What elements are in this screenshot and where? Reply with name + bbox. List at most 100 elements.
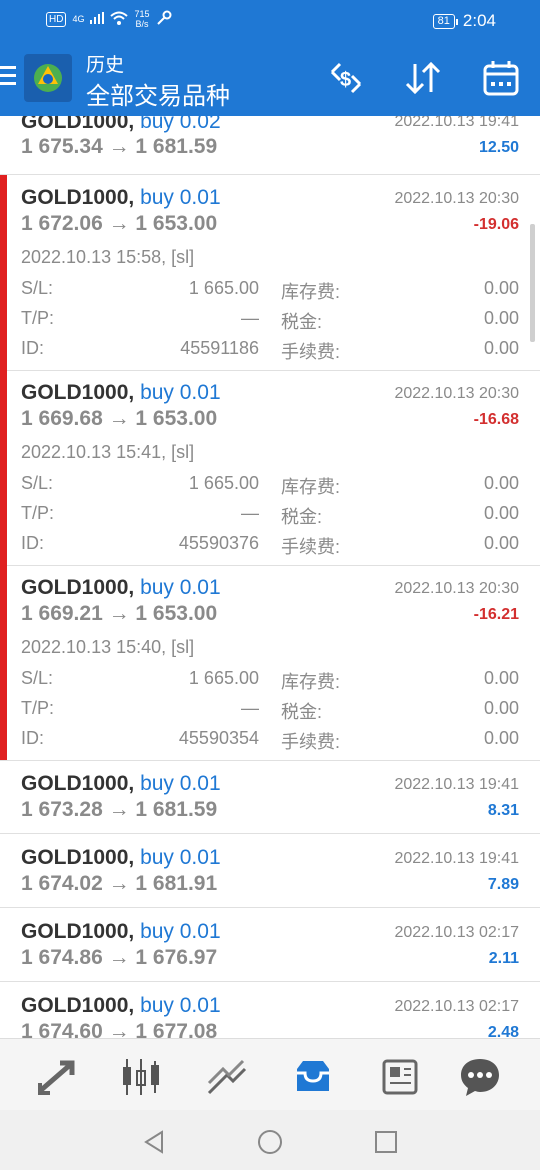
symbol: GOLD1000,	[21, 116, 135, 133]
deal-prices: 1 673.28 → 1 681.59	[21, 798, 218, 821]
calendar-icon[interactable]	[481, 58, 521, 98]
deal-profit: -16.21	[473, 606, 519, 623]
battery-icon: 81	[432, 13, 459, 29]
deal-row-expanded[interactable]: GOLD1000, buy 0.01 1 669.68 → 1 653.00 2…	[0, 370, 540, 566]
chat-icon[interactable]	[458, 1055, 502, 1099]
tp-value: —	[241, 308, 259, 328]
open-time: 2022.10.13 15:58, [sl]	[21, 247, 195, 267]
symbol: GOLD1000,	[21, 381, 135, 404]
deal-date: 2022.10.13 20:30	[394, 190, 519, 207]
swap-label: 库存费:	[281, 477, 341, 497]
deal-date: 2022.10.13 02:17	[394, 998, 519, 1015]
deal-row[interactable]: GOLD1000, buy 0.02 1 675.34 → 1 681.59 2…	[0, 116, 540, 175]
symbol: GOLD1000,	[21, 772, 135, 795]
deal-date: 2022.10.13 20:30	[394, 580, 519, 597]
deal-date: 2022.10.13 19:41	[394, 776, 519, 793]
key-icon	[156, 10, 172, 29]
sl-value: 1 665.00	[188, 473, 259, 493]
loss-indicator	[0, 175, 7, 370]
deal-direction: buy 0.01	[140, 772, 221, 795]
commission-value: 0.00	[483, 338, 519, 358]
chart-icon[interactable]	[119, 1055, 163, 1099]
history-icon[interactable]	[291, 1055, 335, 1099]
deal-direction: buy 0.01	[140, 576, 221, 599]
app-bar: 历史 全部交易品种 $	[0, 40, 540, 116]
id-label: ID:	[21, 338, 45, 358]
open-time: 2022.10.13 15:41, [sl]	[21, 442, 195, 462]
open-time: 2022.10.13 15:40, [sl]	[21, 637, 195, 657]
recents-icon[interactable]	[372, 1128, 400, 1161]
tax-value: 0.00	[483, 698, 519, 718]
tp-label: T/P:	[21, 503, 55, 523]
menu-icon[interactable]	[0, 66, 16, 88]
symbol: GOLD1000,	[21, 994, 135, 1017]
commission-value: 0.00	[483, 728, 519, 748]
deal-prices: 1 674.02 → 1 681.91	[21, 872, 218, 895]
currency-exchange-icon[interactable]: $	[326, 58, 366, 98]
commission-value: 0.00	[483, 533, 519, 553]
deal-prices: 1 669.68 → 1 653.00	[21, 407, 218, 430]
loss-indicator	[0, 565, 7, 760]
network-type: 4G	[72, 14, 85, 24]
swap-value: 0.00	[483, 278, 519, 298]
trade-icon[interactable]	[205, 1055, 249, 1099]
deal-profit: -16.68	[473, 411, 519, 428]
news-icon[interactable]	[378, 1055, 422, 1099]
symbol: GOLD1000,	[21, 920, 135, 943]
scrollbar[interactable]	[530, 224, 535, 342]
home-icon[interactable]	[256, 1128, 284, 1161]
swap-label: 库存费:	[281, 672, 341, 692]
sl-label: S/L:	[21, 278, 54, 298]
id-value: 45591186	[180, 338, 259, 358]
deal-direction: buy 0.01	[140, 994, 221, 1017]
clock: 2:04	[462, 11, 496, 30]
status-bar: HD 4G 715 B/s 81 2:04	[0, 0, 540, 40]
hd-indicator: HD	[46, 11, 67, 27]
deal-date: 2022.10.13 02:17	[394, 924, 519, 941]
id-label: ID:	[21, 533, 45, 553]
network-speed: 715 B/s	[134, 9, 150, 29]
deal-direction: buy 0.02	[140, 116, 221, 133]
deal-prices: 1 669.21 → 1 653.00	[21, 602, 218, 625]
deal-date: 2022.10.13 19:41	[394, 850, 519, 867]
deal-profit: 2.48	[487, 1024, 519, 1038]
deal-row-expanded[interactable]: GOLD1000, buy 0.01 1 669.21 → 1 653.00 2…	[0, 565, 540, 761]
tp-value: —	[241, 503, 259, 523]
deal-direction: buy 0.01	[140, 920, 221, 943]
tax-label: 税金:	[281, 312, 323, 332]
deal-direction: buy 0.01	[140, 186, 221, 209]
back-icon[interactable]	[140, 1128, 168, 1161]
page-title: 历史	[86, 55, 125, 76]
deal-profit: 7.89	[487, 876, 519, 893]
deal-row[interactable]: GOLD1000, buy 0.01 1 673.28 → 1 681.59 2…	[0, 760, 540, 834]
sl-label: S/L:	[21, 473, 54, 493]
sl-label: S/L:	[21, 668, 54, 688]
id-value: 45590376	[178, 533, 259, 553]
deal-row-expanded[interactable]: GOLD1000, buy 0.01 1 672.06 → 1 653.00 2…	[0, 175, 540, 371]
deal-date: 2022.10.13 20:30	[394, 385, 519, 402]
symbol: GOLD1000,	[21, 186, 135, 209]
deal-row[interactable]: GOLD1000, buy 0.01 1 674.86 → 1 676.97 2…	[0, 908, 540, 982]
commission-label: 手续费:	[281, 342, 341, 362]
quotes-icon[interactable]	[34, 1055, 78, 1099]
commission-label: 手续费:	[281, 732, 341, 752]
deal-profit: 8.31	[487, 802, 519, 819]
symbol: GOLD1000,	[21, 576, 135, 599]
tp-value: —	[241, 698, 259, 718]
tax-value: 0.00	[483, 308, 519, 328]
symbol-filter[interactable]: 全部交易品种	[86, 76, 230, 111]
system-navigation-bar	[0, 1110, 540, 1170]
signal-icon	[90, 11, 105, 27]
history-list[interactable]: GOLD1000, buy 0.02 1 675.34 → 1 681.59 2…	[0, 116, 540, 1038]
deal-row[interactable]: GOLD1000, buy 0.01 1 674.02 → 1 681.91 2…	[0, 834, 540, 908]
bottom-navigation	[0, 1038, 540, 1111]
svg-text:$: $	[340, 69, 351, 91]
sl-value: 1 665.00	[188, 278, 259, 298]
symbol: GOLD1000,	[21, 846, 135, 869]
sort-icon[interactable]	[403, 58, 443, 98]
deal-prices: 1 672.06 → 1 653.00	[21, 212, 218, 235]
sl-value: 1 665.00	[188, 668, 259, 688]
swap-value: 0.00	[483, 668, 519, 688]
deal-row[interactable]: GOLD1000, buy 0.01 1 674.60 → 1 677.08 2…	[0, 982, 540, 1038]
deal-direction: buy 0.01	[140, 381, 221, 404]
